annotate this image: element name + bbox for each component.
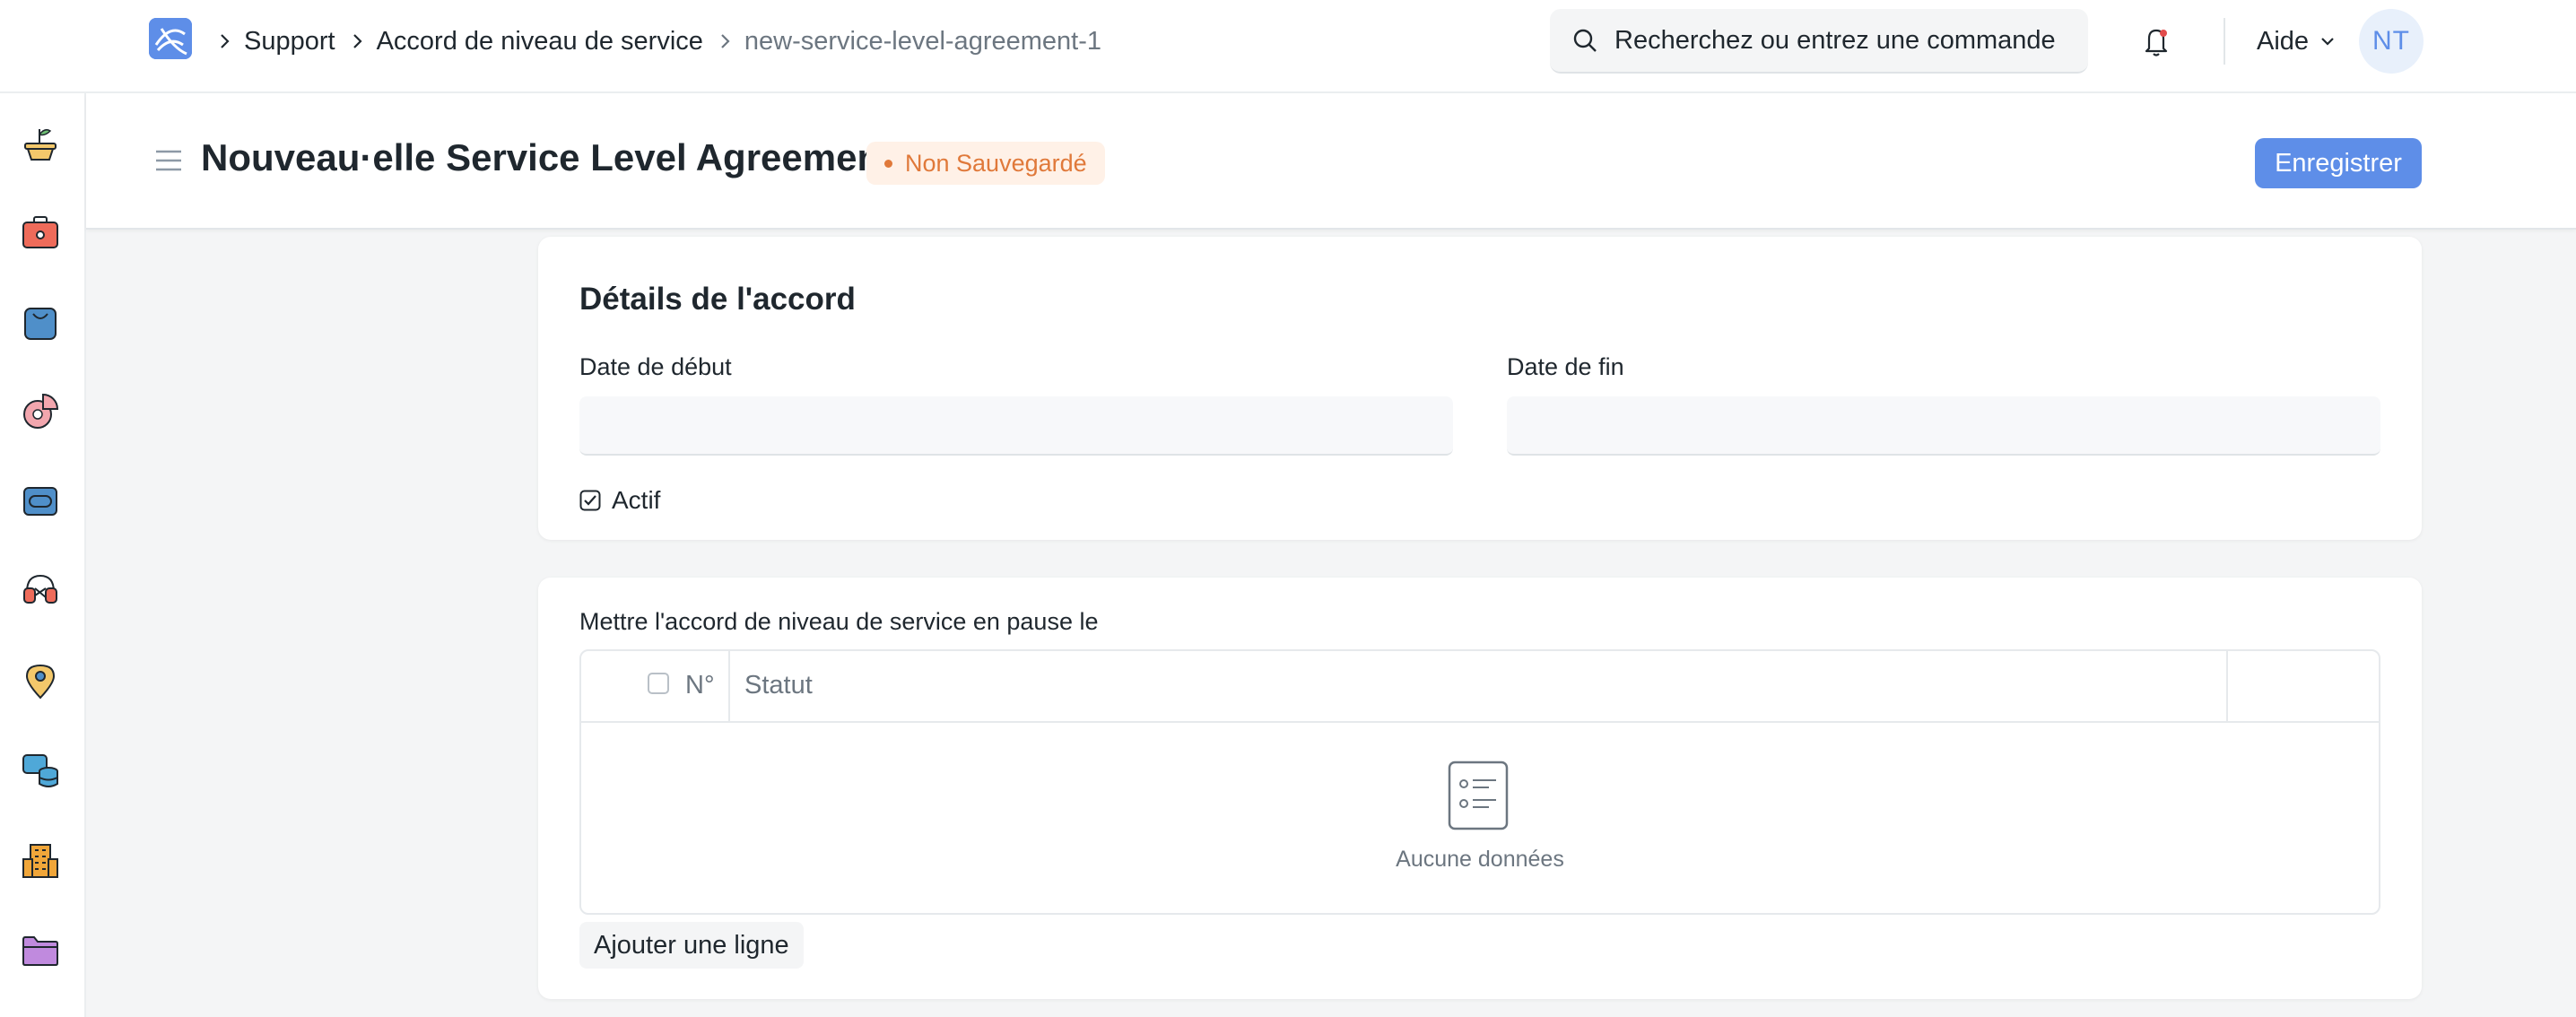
column-divider (728, 651, 730, 721)
help-dropdown[interactable]: Aide (2257, 23, 2336, 59)
search-input[interactable] (1614, 25, 2081, 56)
search-bar[interactable] (1550, 9, 2088, 74)
column-header-number: N° (685, 671, 715, 700)
status-badge-label: Non Sauvegardé (905, 149, 1087, 177)
chevron-down-icon (2321, 38, 2334, 46)
chevron-right-icon (714, 32, 737, 50)
status-badge: Non Sauvegardé (866, 142, 1105, 185)
sidebar (0, 93, 86, 1017)
table-header-row: N° Statut (581, 651, 2379, 723)
pause-table-label: Mettre l'accord de niveau de service en … (579, 608, 1099, 635)
shopping-bag-icon[interactable] (20, 301, 61, 343)
search-icon (1573, 29, 1597, 52)
empty-list-icon (1448, 761, 1509, 830)
breadcrumb-current-doc: new-service-level-agreement-1 (744, 26, 1101, 56)
chat-database-icon[interactable] (20, 750, 61, 791)
avatar[interactable]: NT (2359, 9, 2424, 74)
navbar-divider (2224, 18, 2225, 65)
map-pin-icon[interactable] (20, 660, 61, 701)
status-dot (884, 159, 892, 168)
end-date-field[interactable] (1507, 396, 2380, 456)
chevron-right-icon (213, 32, 237, 50)
pause-table: N° Statut Aucune données (579, 649, 2380, 915)
notification-bell-icon[interactable] (2142, 25, 2171, 57)
agreement-details-section: Détails de l'accord Date de début Date d… (538, 237, 2422, 540)
breadcrumb-support[interactable]: Support (244, 27, 335, 56)
page-title: Nouveau·elle Service Level Agreement (201, 136, 893, 178)
page-head: Nouveau·elle Service Level Agreement Non… (86, 93, 2576, 230)
end-date-label: Date de fin (1507, 353, 1624, 380)
select-all-checkbox[interactable] (648, 673, 669, 694)
folder-icon[interactable] (20, 929, 61, 970)
ticket-icon[interactable] (20, 481, 61, 522)
building-icon[interactable] (20, 839, 61, 881)
section-title: Détails de l'accord (579, 282, 856, 317)
pause-sla-section: Mettre l'accord de niveau de service en … (538, 578, 2422, 999)
column-header-status: Statut (744, 671, 813, 700)
start-date-label: Date de début (579, 353, 732, 380)
active-checkbox[interactable] (579, 490, 601, 511)
breadcrumb-service-level-agreement[interactable]: Accord de niveau de service (377, 27, 703, 56)
app-logo[interactable] (149, 18, 192, 59)
active-checkbox-row[interactable]: Actif (579, 486, 660, 515)
column-divider (2226, 651, 2228, 721)
top-navbar: Support Accord de niveau de service new-… (0, 0, 2576, 93)
chevron-right-icon (346, 32, 370, 50)
logo-icon (149, 18, 192, 59)
toolbox-icon[interactable] (20, 212, 61, 253)
empty-state-text: Aucune données (1396, 847, 1564, 872)
save-button[interactable]: Enregistrer (2255, 138, 2422, 188)
breadcrumb: Support Accord de niveau de service new-… (213, 23, 1112, 59)
headset-icon[interactable] (20, 570, 61, 612)
plant-pot-icon[interactable] (20, 122, 61, 163)
add-row-button[interactable]: Ajouter une ligne (579, 922, 804, 969)
start-date-field[interactable] (579, 396, 1453, 456)
hamburger-menu-icon[interactable] (154, 149, 183, 172)
active-label: Actif (612, 486, 661, 514)
help-label: Aide (2257, 26, 2310, 56)
pie-chart-icon[interactable] (20, 391, 61, 432)
